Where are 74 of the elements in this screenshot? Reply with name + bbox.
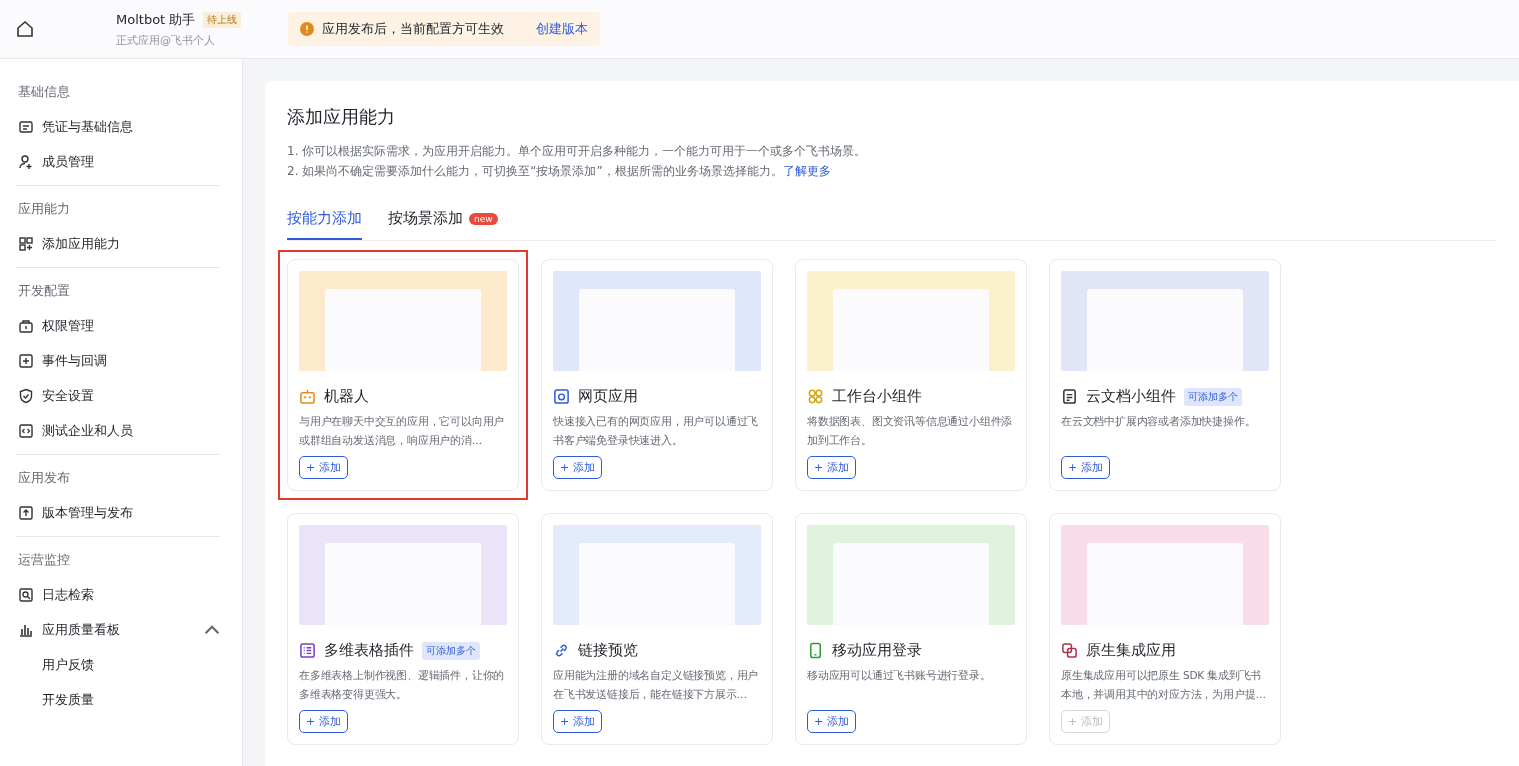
card-title: 多维表格插件 <box>324 641 414 660</box>
card-title: 工作台小组件 <box>832 387 922 406</box>
multi-add-tag: 可添加多个 <box>422 641 480 660</box>
add-button[interactable]: + 添加 <box>807 456 856 479</box>
tab[interactable]: 按场景添加 new <box>388 203 498 240</box>
page-title: 添加应用能力 <box>287 105 396 129</box>
learn-more-link[interactable]: 了解更多 <box>782 164 831 178</box>
notice-text: 应用发布后，当前配置方可生效 <box>322 20 504 38</box>
card-description: 移动应用可以通过飞书账号进行登录。 <box>807 668 992 683</box>
card-title: 网页应用 <box>578 387 638 406</box>
sidebar-section-title: 基础信息 <box>17 83 71 101</box>
card-description: 应用能为注册的域名自定义链接预览，用户在飞书发送链接后，能在链接下方展示… <box>553 668 760 702</box>
sidebar-item[interactable]: 安全设置 <box>16 378 220 413</box>
card-description: 快速接入已有的网页应用，用户可以通过飞书客户端免登录快速进入。 <box>553 414 760 448</box>
shield-icon <box>18 387 34 404</box>
status-badge: 待上线 <box>203 11 242 28</box>
tab-label: 按场景添加 <box>388 209 463 228</box>
card-description: 与用户在聊天中交互的应用，它可以向用户或群组自动发送消息，响应用户的消… <box>299 414 506 448</box>
sidebar-section-title: 应用能力 <box>17 200 71 218</box>
app-subtitle: 正式应用@飞书个人 <box>116 32 216 48</box>
grid-plus-icon <box>18 235 34 252</box>
sidebar-item[interactable]: 测试企业和人员 <box>16 413 220 448</box>
list-icon <box>299 642 316 659</box>
sidebar-item[interactable]: 权限管理 <box>16 308 220 343</box>
widget-icon <box>807 388 824 405</box>
overlap-squares-icon <box>1061 642 1078 659</box>
add-button[interactable]: + 添加 <box>299 456 348 479</box>
multi-add-tag: 可添加多个 <box>1184 387 1242 406</box>
sidebar-subitem[interactable]: 用户反馈 <box>16 647 220 682</box>
plus-square-icon <box>18 352 34 369</box>
code-icon <box>18 422 34 439</box>
link-icon <box>553 642 570 659</box>
add-button[interactable]: + 添加 <box>807 710 856 733</box>
id-card-icon <box>18 118 34 135</box>
card-title: 链接预览 <box>578 641 638 660</box>
sidebar-item[interactable]: 凭证与基础信息 <box>16 109 220 144</box>
sidebar-item[interactable]: 事件与回调 <box>16 343 220 378</box>
phone-icon <box>807 642 824 659</box>
sidebar-section-title: 运营监控 <box>17 551 71 569</box>
card-description: 在云文档中扩展内容或者添加快捷操作。 <box>1061 414 1257 429</box>
instruction-text: 2. 如果尚不确定需要添加什么能力，可切换至“按场景添加”，根据所需的业务场景选择能力。了解更多 <box>287 163 832 180</box>
document-icon <box>1061 388 1078 405</box>
create-version-link[interactable]: 创建版本 <box>536 20 588 38</box>
card-description: 将数据图表、图文资讯等信息通过小组件添加到工作台。 <box>807 414 1014 448</box>
search-icon <box>18 586 34 603</box>
home-icon[interactable] <box>16 20 34 38</box>
app-name: Moltbot 助手 <box>116 10 196 29</box>
person-add-icon <box>18 153 34 170</box>
sidebar-item[interactable]: 成员管理 <box>16 144 220 179</box>
add-button[interactable]: + 添加 <box>1061 456 1110 479</box>
new-badge: new <box>469 212 498 225</box>
add-button[interactable]: + 添加 <box>299 710 348 733</box>
sidebar-subitem[interactable]: 开发质量 <box>16 682 220 717</box>
tab-label: 按能力添加 <box>287 209 362 228</box>
upload-icon <box>18 504 34 521</box>
card-title: 云文档小组件 <box>1086 387 1176 406</box>
add-button[interactable]: + 添加 <box>553 710 602 733</box>
sidebar-item[interactable]: 日志检索 <box>16 577 220 612</box>
instruction-text: 1. 你可以根据实际需求，为应用开启能力。单个应用可开启多种能力，一个能力可用于一个或多个飞书场景。 <box>287 143 868 160</box>
sidebar-item[interactable]: 应用质量看板 <box>16 612 220 647</box>
robot-icon <box>299 388 316 405</box>
card-title: 机器人 <box>324 387 369 406</box>
sidebar-section-title: 开发配置 <box>17 282 71 300</box>
sidebar-section-title: 应用发布 <box>17 469 71 487</box>
card-title: 移动应用登录 <box>832 641 922 660</box>
add-button[interactable]: + 添加 <box>553 456 602 479</box>
card-description: 在多维表格上制作视图、逻辑插件，让你的多维表格变得更强大。 <box>299 668 506 702</box>
warning-icon <box>300 22 314 36</box>
sidebar-item[interactable]: 版本管理与发布 <box>16 495 220 530</box>
sidebar-item[interactable]: 添加应用能力 <box>16 226 220 261</box>
card-description: 原生集成应用可以把原生 SDK 集成到飞书本地，并调用其中的对应方法，为用户提… <box>1061 668 1267 702</box>
tab[interactable]: 按能力添加 <box>287 203 362 240</box>
card-title: 原生集成应用 <box>1086 641 1176 660</box>
briefcase-icon <box>18 317 34 334</box>
